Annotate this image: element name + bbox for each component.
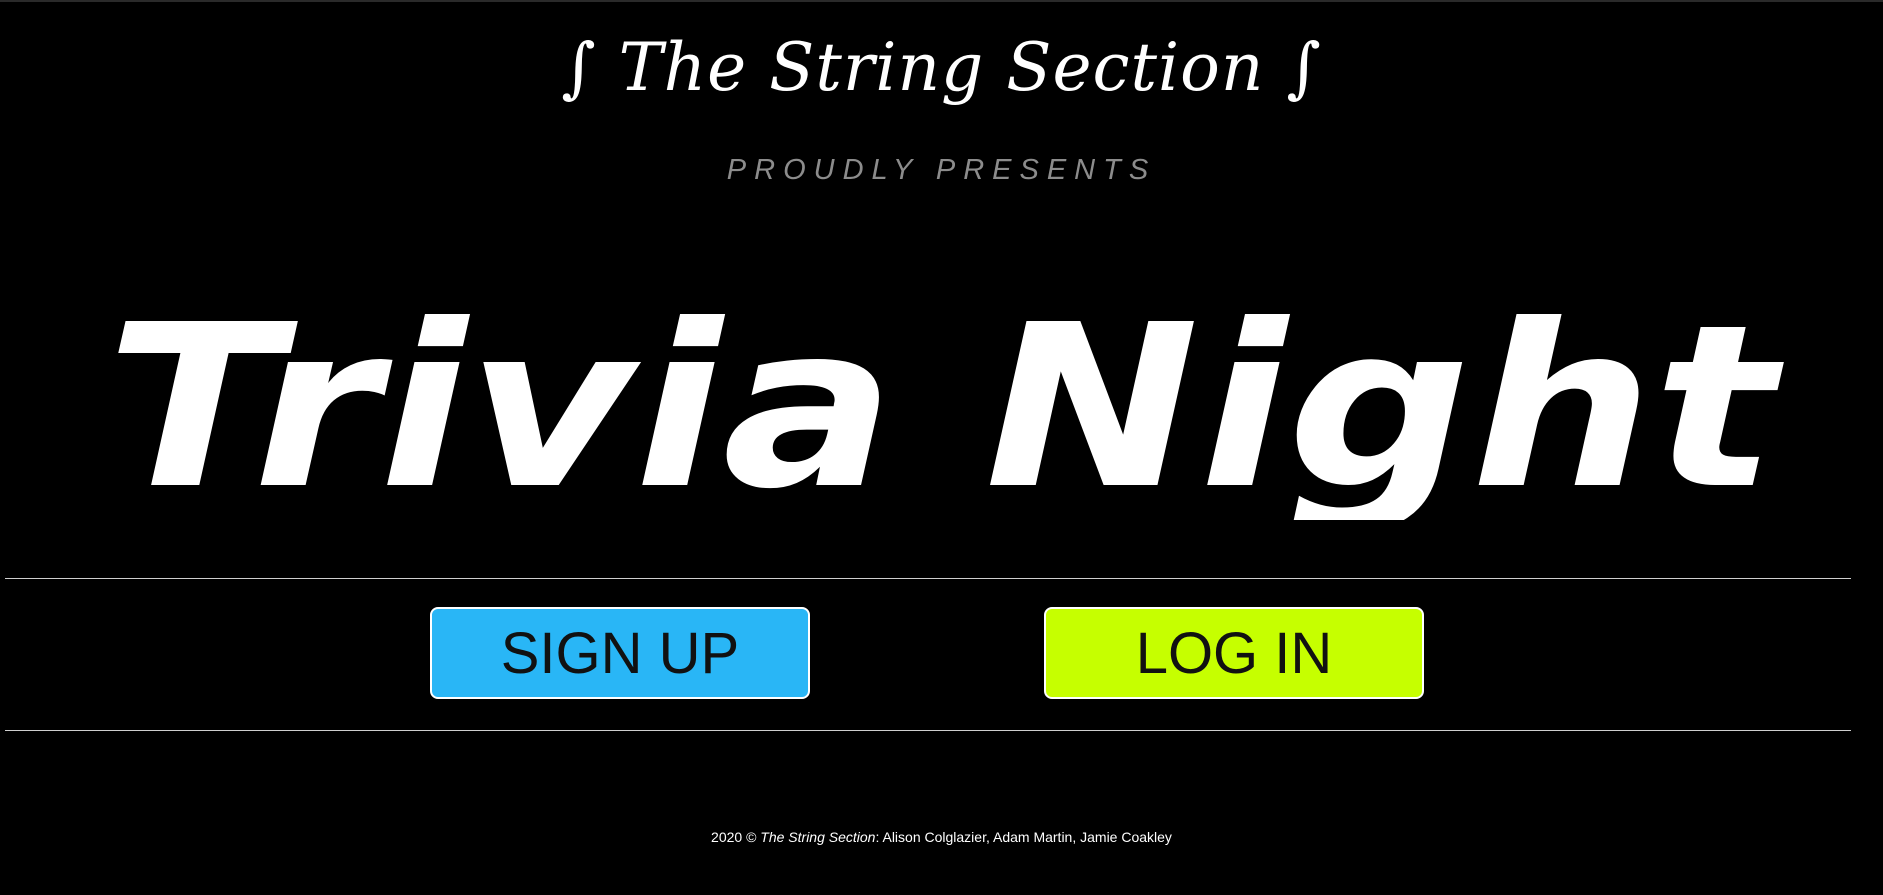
- footer-authors: : Alison Colglazier, Adam Martin, Jamie …: [875, 829, 1172, 845]
- top-border: [0, 0, 1883, 2]
- site-brand-title: ∫ The String Section ∫: [561, 29, 1322, 106]
- divider-bottom: [5, 730, 1851, 731]
- log-in-button[interactable]: LOG IN: [1044, 607, 1424, 699]
- hero-banner: Trivia Night: [0, 280, 1883, 520]
- sign-up-button[interactable]: SIGN UP: [430, 607, 810, 699]
- footer-org-name: The String Section: [760, 829, 876, 845]
- hero-title-svg: Trivia Night: [106, 280, 1784, 520]
- footer-year: 2020 ©: [711, 829, 761, 845]
- footer-credits: 2020 © The String Section: Alison Colgla…: [0, 826, 1883, 848]
- hero-title: Trivia Night: [106, 280, 1784, 520]
- divider-top: [5, 578, 1851, 579]
- proudly-presents-subtitle: PROUDLY PRESENTS: [726, 154, 1157, 186]
